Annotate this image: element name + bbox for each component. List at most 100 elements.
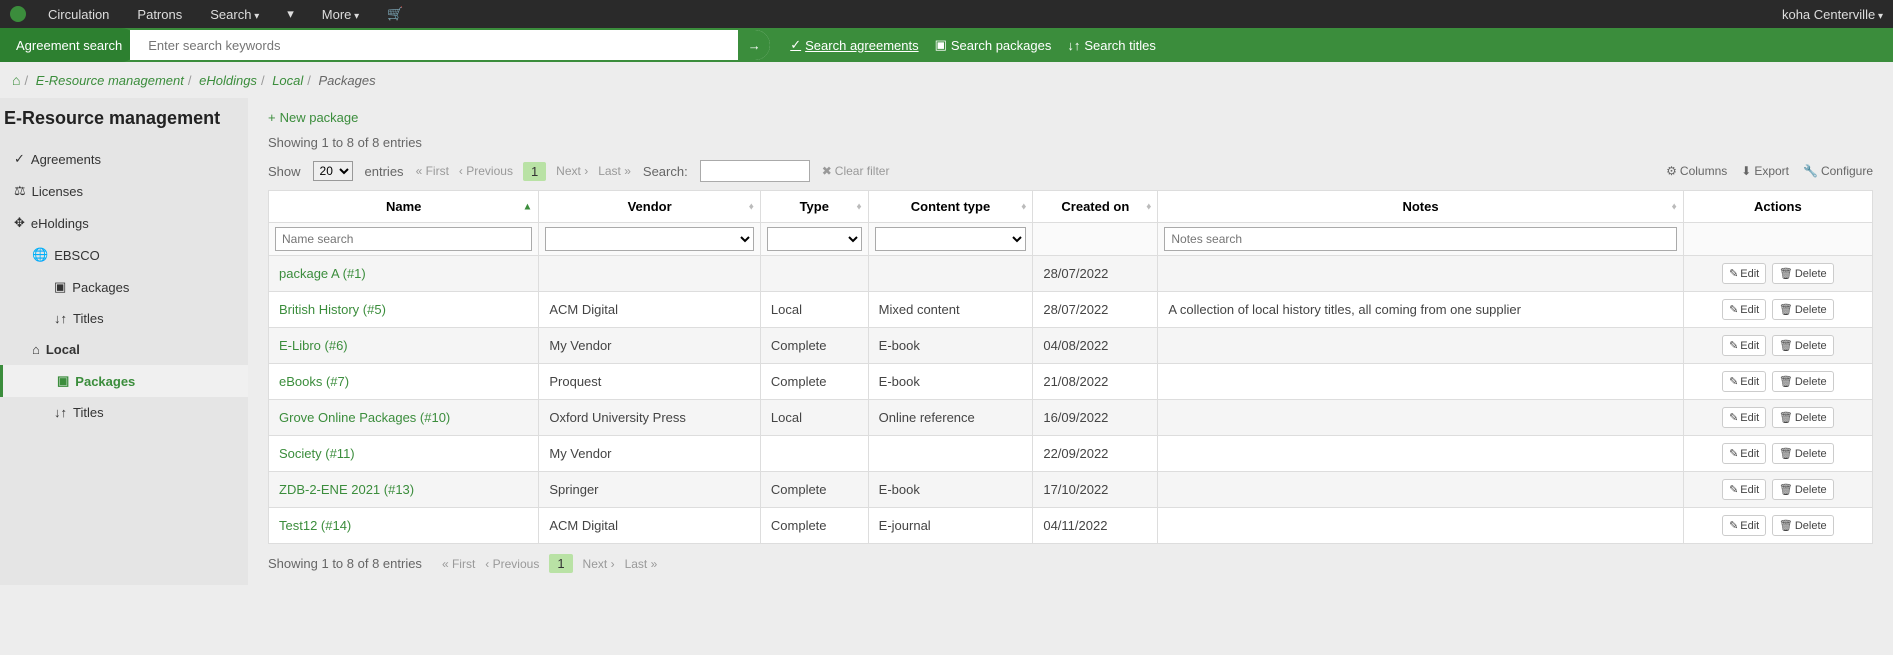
delete-button[interactable]: 🗑Delete	[1772, 443, 1834, 464]
package-name-link[interactable]: Grove Online Packages (#10)	[279, 410, 450, 425]
user-menu[interactable]: koha Centerville	[1782, 7, 1883, 22]
cell-created: 28/07/2022	[1033, 292, 1158, 328]
pager-prev[interactable]: ‹ Previous	[459, 164, 513, 178]
edit-button[interactable]: ✎Edit	[1722, 515, 1766, 536]
package-name-link[interactable]: package A (#1)	[279, 266, 366, 281]
top-nav-left: Circulation Patrons Search ▾ More 🛒	[10, 6, 417, 22]
sidebar-ebsco[interactable]: 🌐EBSCO	[0, 239, 248, 271]
package-name-link[interactable]: ZDB-2-ENE 2021 (#13)	[279, 482, 414, 497]
col-notes[interactable]: Notes♦	[1158, 191, 1683, 223]
clear-filter-button[interactable]: ✖Clear filter	[822, 164, 890, 178]
search-submit-button[interactable]: →	[738, 30, 770, 60]
breadcrumb-erm[interactable]: E-Resource management	[36, 73, 184, 88]
sidebar-label: Packages	[75, 374, 135, 389]
edit-button[interactable]: ✎Edit	[1722, 335, 1766, 356]
pager-prev-bottom[interactable]: ‹ Previous	[485, 557, 539, 571]
delete-button[interactable]: 🗑Delete	[1772, 335, 1834, 356]
filter-notes-input[interactable]	[1164, 227, 1676, 251]
breadcrumb-home[interactable]	[12, 73, 20, 88]
pager-last-bottom[interactable]: Last »	[625, 557, 658, 571]
content: +New package Showing 1 to 8 of 8 entries…	[248, 98, 1893, 585]
sidebar-label: Titles	[73, 405, 104, 420]
sidebar-agreements[interactable]: ✓Agreements	[0, 143, 248, 175]
package-name-link[interactable]: eBooks (#7)	[279, 374, 349, 389]
pencil-icon: ✎	[1729, 375, 1738, 388]
sort-icon: ♦	[1672, 201, 1677, 212]
nav-more[interactable]: More	[308, 7, 373, 22]
cell-vendor: My Vendor	[539, 328, 761, 364]
edit-button[interactable]: ✎Edit	[1722, 299, 1766, 320]
delete-button[interactable]: 🗑Delete	[1772, 407, 1834, 428]
nav-search[interactable]: Search	[196, 7, 273, 22]
crosshair-icon: ✥	[14, 215, 25, 231]
sidebar-licenses[interactable]: ⚖Licenses	[0, 175, 248, 207]
filter-type-select[interactable]	[767, 227, 862, 251]
nav-patrons[interactable]: Patrons	[123, 7, 196, 22]
delete-button[interactable]: 🗑Delete	[1772, 479, 1834, 500]
col-vendor[interactable]: Vendor♦	[539, 191, 761, 223]
nav-cart[interactable]: 🛒	[373, 6, 417, 22]
edit-button[interactable]: ✎Edit	[1722, 263, 1766, 284]
col-type[interactable]: Type♦	[760, 191, 868, 223]
configure-button[interactable]: 🔧Configure	[1803, 164, 1873, 178]
package-name-link[interactable]: Test12 (#14)	[279, 518, 351, 533]
edit-button[interactable]: ✎Edit	[1722, 443, 1766, 464]
table-row: E-Libro (#6) My Vendor Complete E-book 0…	[269, 328, 1873, 364]
delete-button[interactable]: 🗑Delete	[1772, 299, 1834, 320]
pager-next[interactable]: Next ›	[556, 164, 588, 178]
filter-name-input[interactable]	[275, 227, 532, 251]
sidebar-eholdings[interactable]: ✥eHoldings	[0, 207, 248, 239]
pager-current: 1	[523, 162, 546, 181]
tab-search-packages[interactable]: ▣Search packages	[935, 37, 1052, 53]
delete-button[interactable]: 🗑Delete	[1772, 263, 1834, 284]
sort-icon: ♦	[1146, 201, 1151, 212]
edit-button[interactable]: ✎Edit	[1722, 479, 1766, 500]
cell-type: Complete	[760, 328, 868, 364]
pencil-icon: ✎	[1729, 519, 1738, 532]
tab-label: Search packages	[951, 38, 1051, 53]
col-content[interactable]: Content type♦	[868, 191, 1033, 223]
sidebar-ebsco-packages[interactable]: ▣Packages	[0, 271, 248, 303]
toolbar-left: Show 20 entries « First ‹ Previous 1 Nex…	[268, 160, 889, 182]
sidebar-local-titles[interactable]: ↓↑Titles	[0, 397, 248, 428]
pager-last[interactable]: Last »	[598, 164, 631, 178]
pager-first-bottom[interactable]: « First	[442, 557, 475, 571]
delete-button[interactable]: 🗑Delete	[1772, 371, 1834, 392]
col-name[interactable]: Name▲	[269, 191, 539, 223]
filter-actions-empty	[1683, 223, 1872, 256]
cell-vendor: Proquest	[539, 364, 761, 400]
pager-first[interactable]: « First	[416, 164, 449, 178]
delete-button[interactable]: 🗑Delete	[1772, 515, 1834, 536]
package-name-link[interactable]: E-Libro (#6)	[279, 338, 348, 353]
breadcrumb-local[interactable]: Local	[272, 73, 303, 88]
package-name-link[interactable]: Society (#11)	[279, 446, 355, 461]
table-search-input[interactable]	[700, 160, 810, 182]
filter-vendor-select[interactable]	[545, 227, 754, 251]
new-package-button[interactable]: +New package	[268, 110, 358, 125]
check-icon: ✓	[790, 37, 801, 53]
export-button[interactable]: ⬇Export	[1741, 164, 1789, 178]
edit-button[interactable]: ✎Edit	[1722, 371, 1766, 392]
cell-created: 17/10/2022	[1033, 472, 1158, 508]
pager-top: « First ‹ Previous 1 Next › Last »	[416, 162, 631, 181]
sidebar-local-packages[interactable]: ▣Packages	[0, 365, 248, 397]
search-input[interactable]	[138, 32, 738, 59]
nav-caret-only[interactable]: ▾	[273, 6, 308, 22]
nav-circulation[interactable]: Circulation	[34, 7, 123, 22]
edit-button[interactable]: ✎Edit	[1722, 407, 1766, 428]
filter-content-select[interactable]	[875, 227, 1027, 251]
main-layout: E-Resource management ✓Agreements ⚖Licen…	[0, 98, 1893, 585]
tab-search-agreements[interactable]: ✓Search agreements	[790, 37, 918, 53]
logo-icon[interactable]	[10, 6, 26, 22]
sidebar-local[interactable]: ⌂Local	[0, 334, 248, 365]
tab-search-titles[interactable]: ↓↑Search titles	[1067, 37, 1156, 53]
pager-next-bottom[interactable]: Next ›	[583, 557, 615, 571]
sort-icon: ♦	[857, 201, 862, 212]
page-size-select[interactable]: 20	[313, 161, 353, 181]
columns-button[interactable]: ⚙Columns	[1666, 164, 1727, 178]
breadcrumb-eholdings[interactable]: eHoldings	[199, 73, 257, 88]
package-name-link[interactable]: British History (#5)	[279, 302, 386, 317]
col-created[interactable]: Created on♦	[1033, 191, 1158, 223]
home-icon	[12, 73, 20, 88]
sidebar-ebsco-titles[interactable]: ↓↑Titles	[0, 303, 248, 334]
